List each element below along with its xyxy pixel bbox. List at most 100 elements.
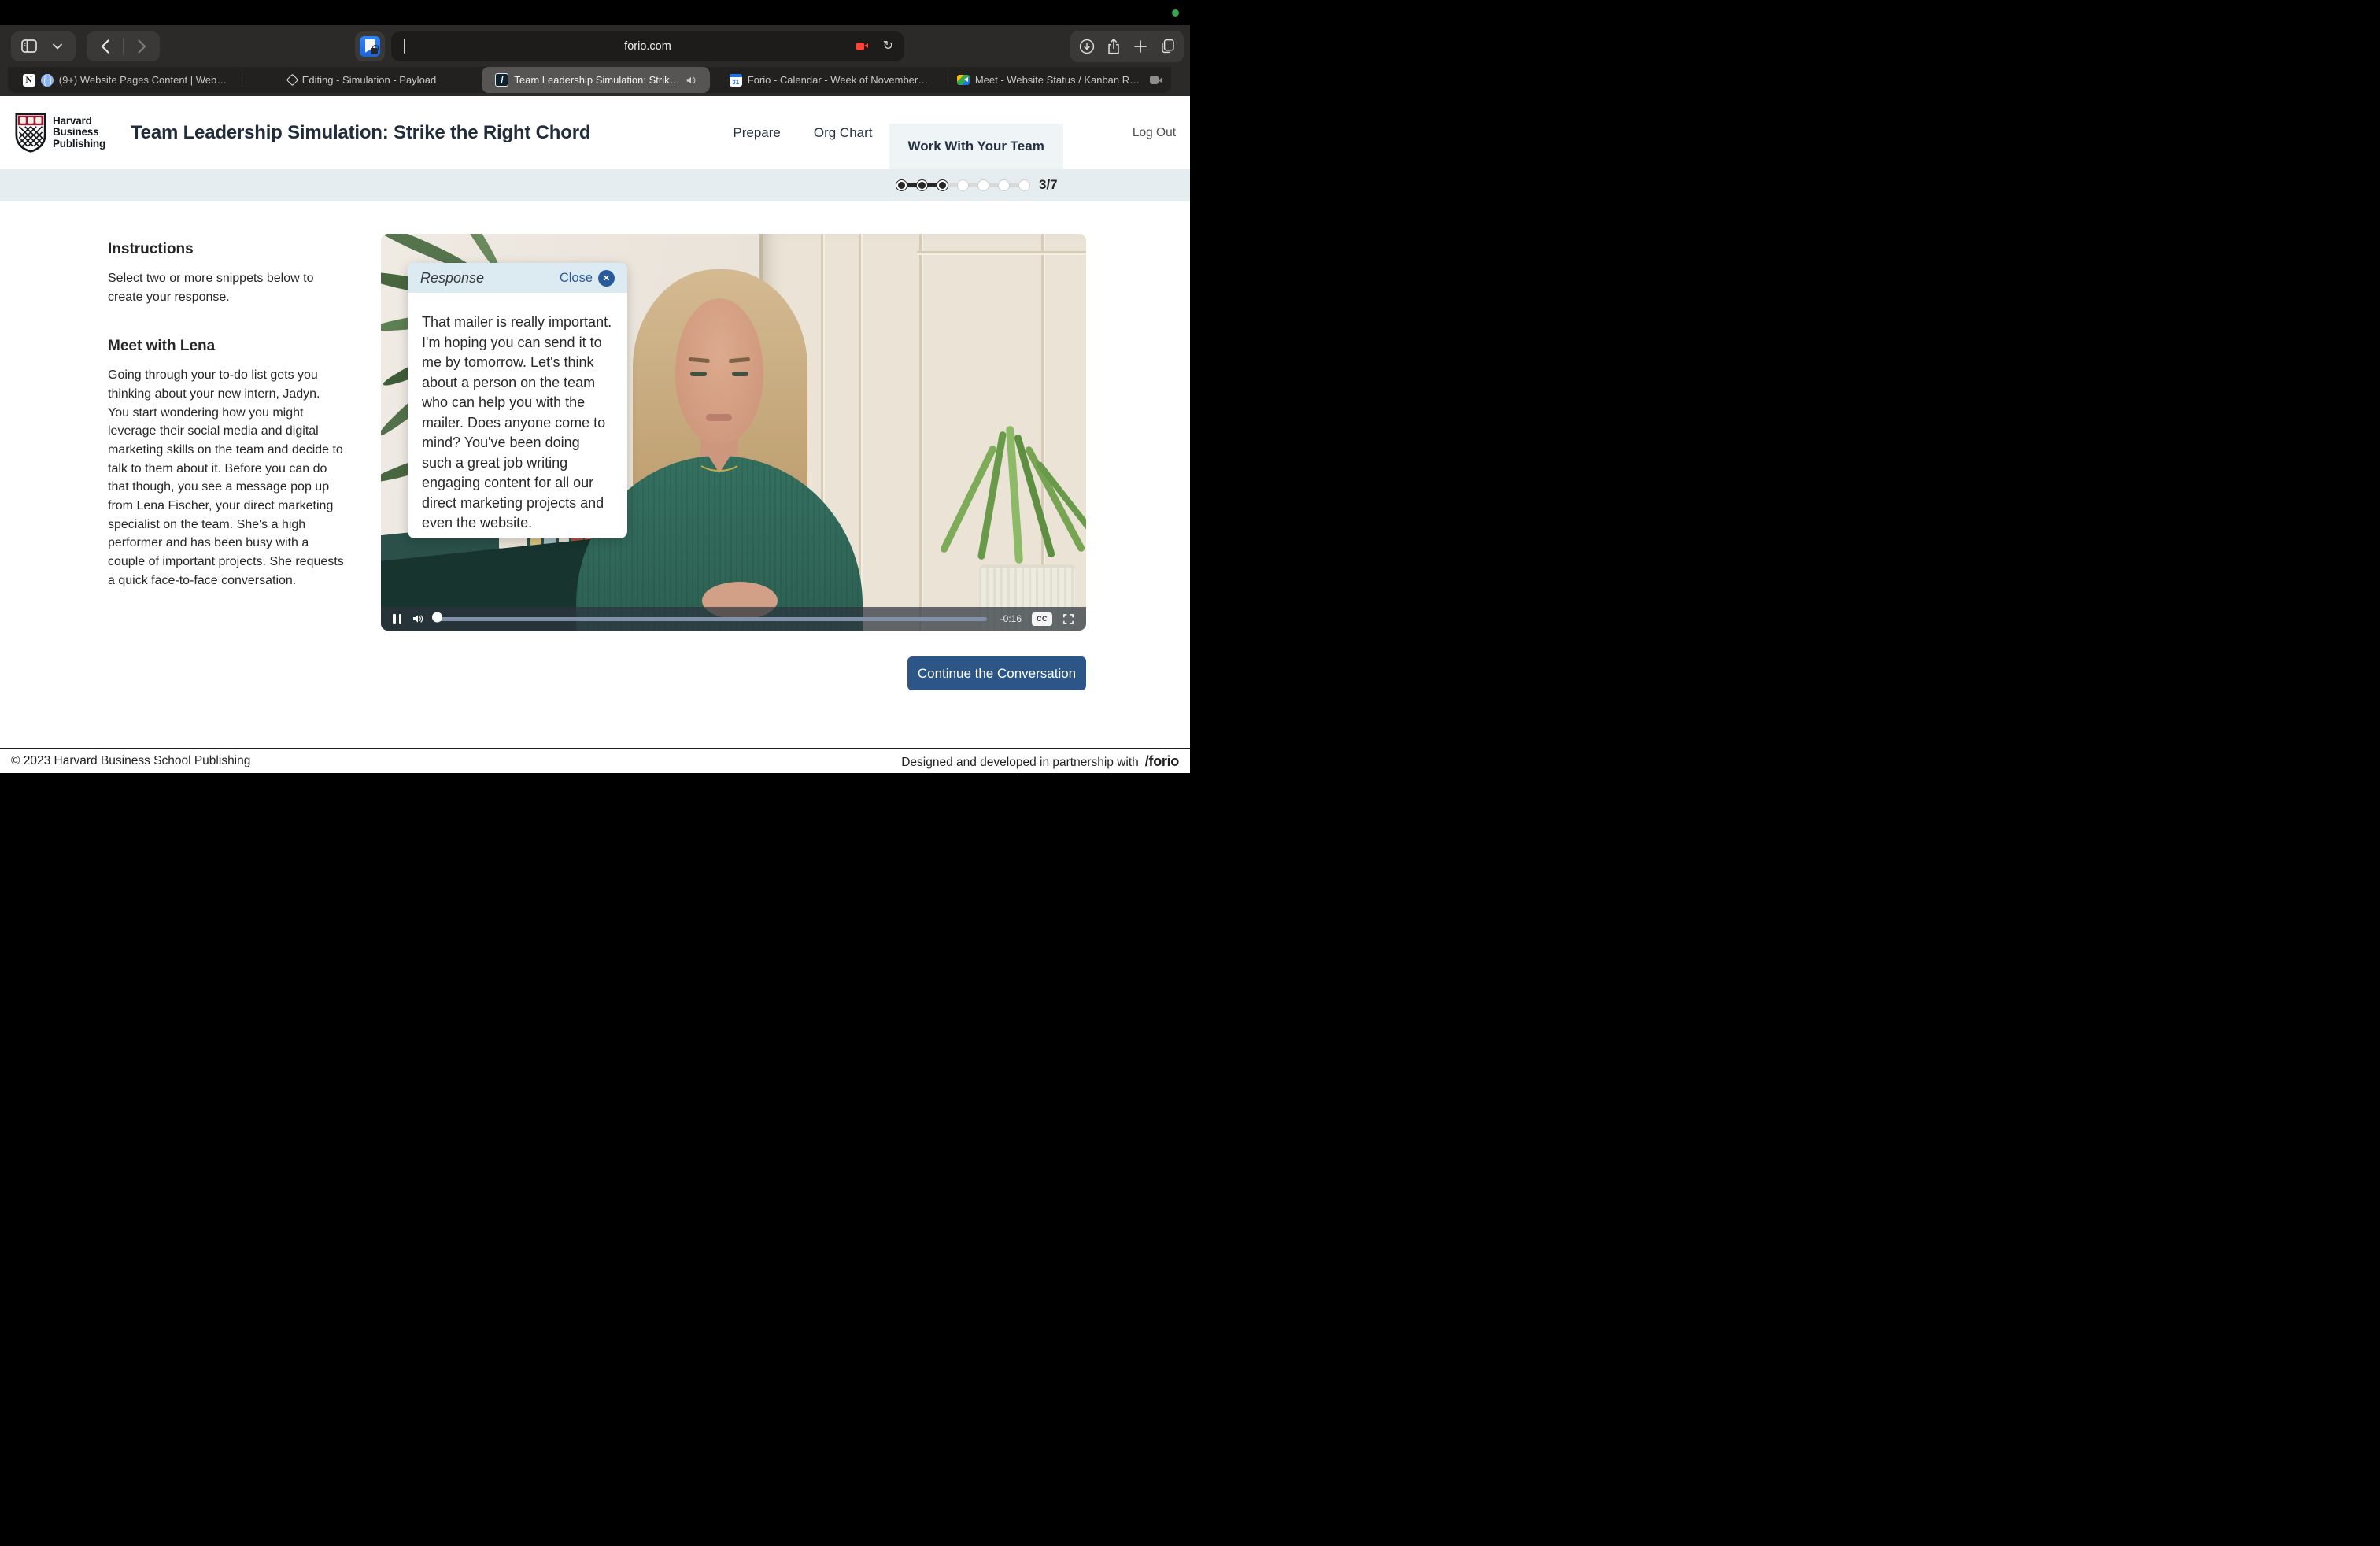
video-controls-bar: -0:16 CC xyxy=(381,607,1086,631)
page-title: Team Leadership Simulation: Strike the R… xyxy=(131,122,590,144)
progress-label: 3/7 xyxy=(1039,177,1058,193)
sidebar-button-group xyxy=(11,31,76,61)
lips xyxy=(706,414,732,421)
password-manager-extension-button[interactable] xyxy=(355,31,385,61)
progress-dot xyxy=(998,179,1010,191)
tab-label: Team Leadership Simulation: Strik… xyxy=(514,74,679,86)
video-player[interactable]: Response Close ✕ That mailer is really i… xyxy=(381,234,1086,631)
progress-strip: 3/7 xyxy=(0,169,1190,201)
logout-link[interactable]: Log Out xyxy=(1133,126,1190,140)
eye xyxy=(690,372,707,376)
tab-label: Forio - Calendar - Week of November… xyxy=(748,74,929,86)
sidebar-toggle-icon[interactable] xyxy=(19,35,39,58)
forward-button[interactable] xyxy=(131,35,152,58)
site-header: Harvard Business Publishing Team Leaders… xyxy=(0,96,1190,169)
nav-item-prepare[interactable]: Prepare xyxy=(716,96,796,169)
necklace xyxy=(696,445,743,472)
new-tab-button[interactable] xyxy=(1130,35,1151,58)
password-shield-icon xyxy=(360,36,380,57)
meet-with-lena-body: Going through your to-do list gets you t… xyxy=(108,366,344,590)
reload-icon[interactable]: ↻ xyxy=(883,38,893,54)
tab-forio-calendar[interactable]: 31 Forio - Calendar - Week of November… xyxy=(710,67,948,93)
tab-label: Editing - Simulation - Payload xyxy=(302,74,437,86)
partnership-text: Designed and developed in partnership wi… xyxy=(901,756,1139,770)
door-groove xyxy=(919,234,922,631)
tab-team-leadership-active[interactable]: / Team Leadership Simulation: Strik… xyxy=(482,67,710,93)
video-progress-track[interactable] xyxy=(438,617,987,621)
tab-label: Meet - Website Status / Kanban R… xyxy=(975,74,1140,86)
share-button[interactable] xyxy=(1103,35,1124,58)
response-popup: Response Close ✕ That mailer is really i… xyxy=(408,263,627,538)
reader-view-icon[interactable] xyxy=(404,39,416,54)
response-popup-header: Response Close ✕ xyxy=(408,263,627,293)
copyright-text: © 2023 Harvard Business School Publishin… xyxy=(11,754,250,768)
meet-icon xyxy=(957,75,970,85)
calendar-icon: 31 xyxy=(730,74,742,87)
instructions-body: Select two or more snippets below to cre… xyxy=(108,269,344,306)
url-text: forio.com xyxy=(624,40,671,53)
hbp-shield-icon xyxy=(14,112,47,154)
sidebar-chevron-down-icon[interactable] xyxy=(47,35,68,58)
progress-dot xyxy=(957,179,969,191)
globe-icon xyxy=(41,74,54,87)
continue-conversation-button[interactable]: Continue the Conversation xyxy=(907,656,1086,690)
door-groove xyxy=(917,251,1086,253)
page-footer: © 2023 Harvard Business School Publishin… xyxy=(0,748,1190,773)
browser-window: forio.com ↻ xyxy=(0,0,1190,773)
instructions-heading: Instructions xyxy=(108,241,344,258)
macos-menubar xyxy=(0,0,1190,25)
progress-dot xyxy=(978,179,989,191)
response-popup-body: That mailer is really important. I'm hop… xyxy=(408,293,627,538)
eye xyxy=(732,372,748,376)
presenter-face xyxy=(675,298,763,443)
toolbar-actions-group xyxy=(1070,31,1184,62)
forio-logo: /forio xyxy=(1145,753,1179,770)
close-x-icon: ✕ xyxy=(598,270,615,287)
progress-stepper: 3/7 xyxy=(896,169,1058,201)
main-content: Instructions Select two or more snippets… xyxy=(0,201,1190,748)
notion-icon: N xyxy=(23,74,35,87)
close-button[interactable]: Close ✕ xyxy=(560,270,615,287)
back-button[interactable] xyxy=(94,35,115,58)
logo-text-line: Publishing xyxy=(53,139,105,150)
progress-dot xyxy=(1018,179,1030,191)
progress-dot xyxy=(896,179,907,191)
harvard-business-publishing-logo[interactable]: Harvard Business Publishing xyxy=(14,112,105,154)
tab-label: (9+) Website Pages Content | Web… xyxy=(59,74,227,86)
history-nav-group xyxy=(87,31,160,61)
address-bar[interactable]: forio.com ↻ xyxy=(391,31,904,61)
pause-button[interactable] xyxy=(393,614,401,624)
eyebrow xyxy=(689,357,710,363)
screen-recording-indicator-dot xyxy=(1172,9,1179,17)
fullscreen-button[interactable] xyxy=(1062,613,1074,625)
progress-dot xyxy=(937,179,948,191)
nav-item-org-chart[interactable]: Org Chart xyxy=(797,96,889,169)
logo-text-line: Business xyxy=(53,127,105,138)
eyebrow xyxy=(729,357,750,363)
remaining-time: -0:16 xyxy=(1000,613,1022,624)
payload-icon xyxy=(286,74,298,87)
tab-bar: N (9+) Website Pages Content | Web… Edit… xyxy=(0,67,1190,96)
tab-strip: N (9+) Website Pages Content | Web… Edit… xyxy=(8,67,1171,93)
tab-overview-button[interactable] xyxy=(1157,35,1177,58)
downloads-button[interactable] xyxy=(1077,35,1097,58)
toolbar-divider xyxy=(123,38,124,55)
instructions-panel: Instructions Select two or more snippets… xyxy=(108,241,344,590)
tab-audio-icon[interactable] xyxy=(686,75,697,86)
tab-camera-icon xyxy=(1150,76,1162,84)
meet-with-lena-heading: Meet with Lena xyxy=(108,338,344,355)
progress-dot xyxy=(916,179,928,191)
browser-toolbar: forio.com ↻ xyxy=(0,25,1190,67)
response-popup-title: Response xyxy=(420,270,484,287)
logo-text-line: Harvard xyxy=(53,116,105,127)
closed-captions-button[interactable]: CC xyxy=(1032,612,1052,626)
close-label: Close xyxy=(560,271,593,286)
camera-active-icon[interactable] xyxy=(856,43,868,50)
primary-nav: Prepare Org Chart Work With Your Team xyxy=(716,96,1062,169)
volume-icon[interactable] xyxy=(412,612,424,625)
tab-meet-website-status[interactable]: Meet - Website Status / Kanban R… xyxy=(948,67,1171,93)
forio-slash-icon: / xyxy=(495,73,508,87)
tab-website-pages-content[interactable]: N (9+) Website Pages Content | Web… xyxy=(8,67,242,93)
nav-item-work-with-your-team[interactable]: Work With Your Team xyxy=(889,124,1063,169)
tab-editing-simulation[interactable]: Editing - Simulation - Payload xyxy=(242,67,482,93)
